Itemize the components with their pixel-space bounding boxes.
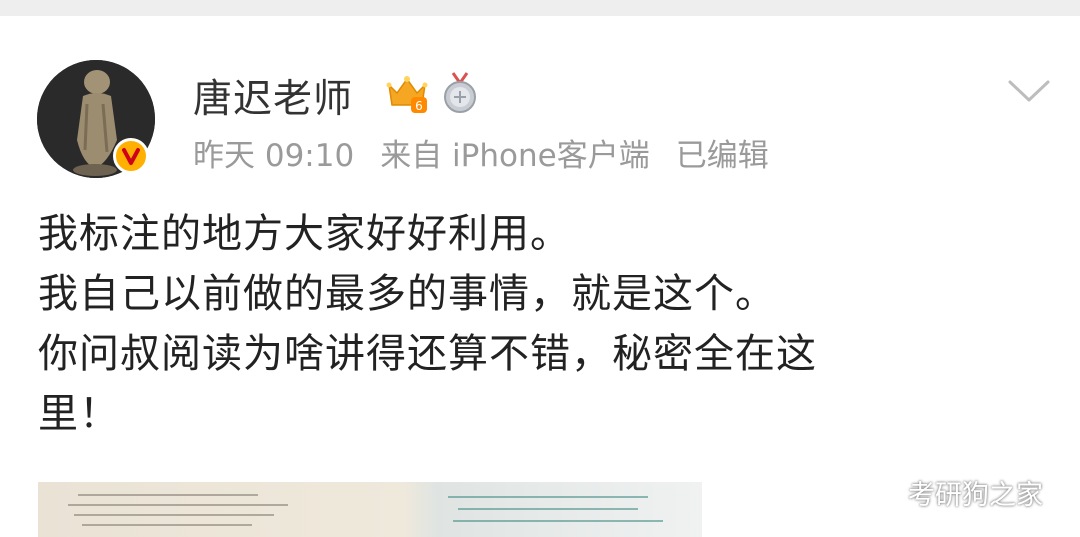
post-body-line: 里！ (38, 391, 120, 437)
weibo-post-card: 唐迟老师 6 昨天 09:10 来自 iPhone客户端 已编辑 我标注的地方大家好… (0, 16, 1080, 537)
edited-label[interactable]: 已编辑 (676, 138, 769, 174)
watermark: 考研狗之家 (862, 472, 1043, 512)
medal-badge-icon[interactable] (440, 71, 480, 115)
post-time: 昨天 09:10 (193, 138, 355, 174)
post-meta: 昨天 09:10 来自 iPhone客户端 已编辑 (193, 136, 795, 176)
post-body-line: 你问叔阅读为啥讲得还算不错，秘密全在这 (38, 331, 817, 377)
watermark-text: 考研狗之家 (908, 479, 1043, 511)
verified-badge-icon (113, 138, 149, 174)
post-source[interactable]: 来自 iPhone客户端 (380, 138, 650, 174)
author-name[interactable]: 唐迟老师 (193, 78, 353, 122)
crown-badge-icon[interactable]: 6 (385, 71, 429, 115)
post-body-line: 我标注的地方大家好好利用。 (38, 211, 571, 257)
top-separator-bar (0, 0, 1080, 16)
post-body-line: 我自己以前做的最多的事情，就是这个。 (38, 271, 776, 317)
post-body: 我标注的地方大家好好利用。 我自己以前做的最多的事情，就是这个。 你问叔阅读为啥… (38, 204, 998, 444)
crown-level-text: 6 (415, 99, 423, 113)
chevron-down-icon[interactable] (1006, 76, 1052, 106)
post-image[interactable] (38, 482, 702, 537)
wechat-icon (862, 476, 901, 506)
